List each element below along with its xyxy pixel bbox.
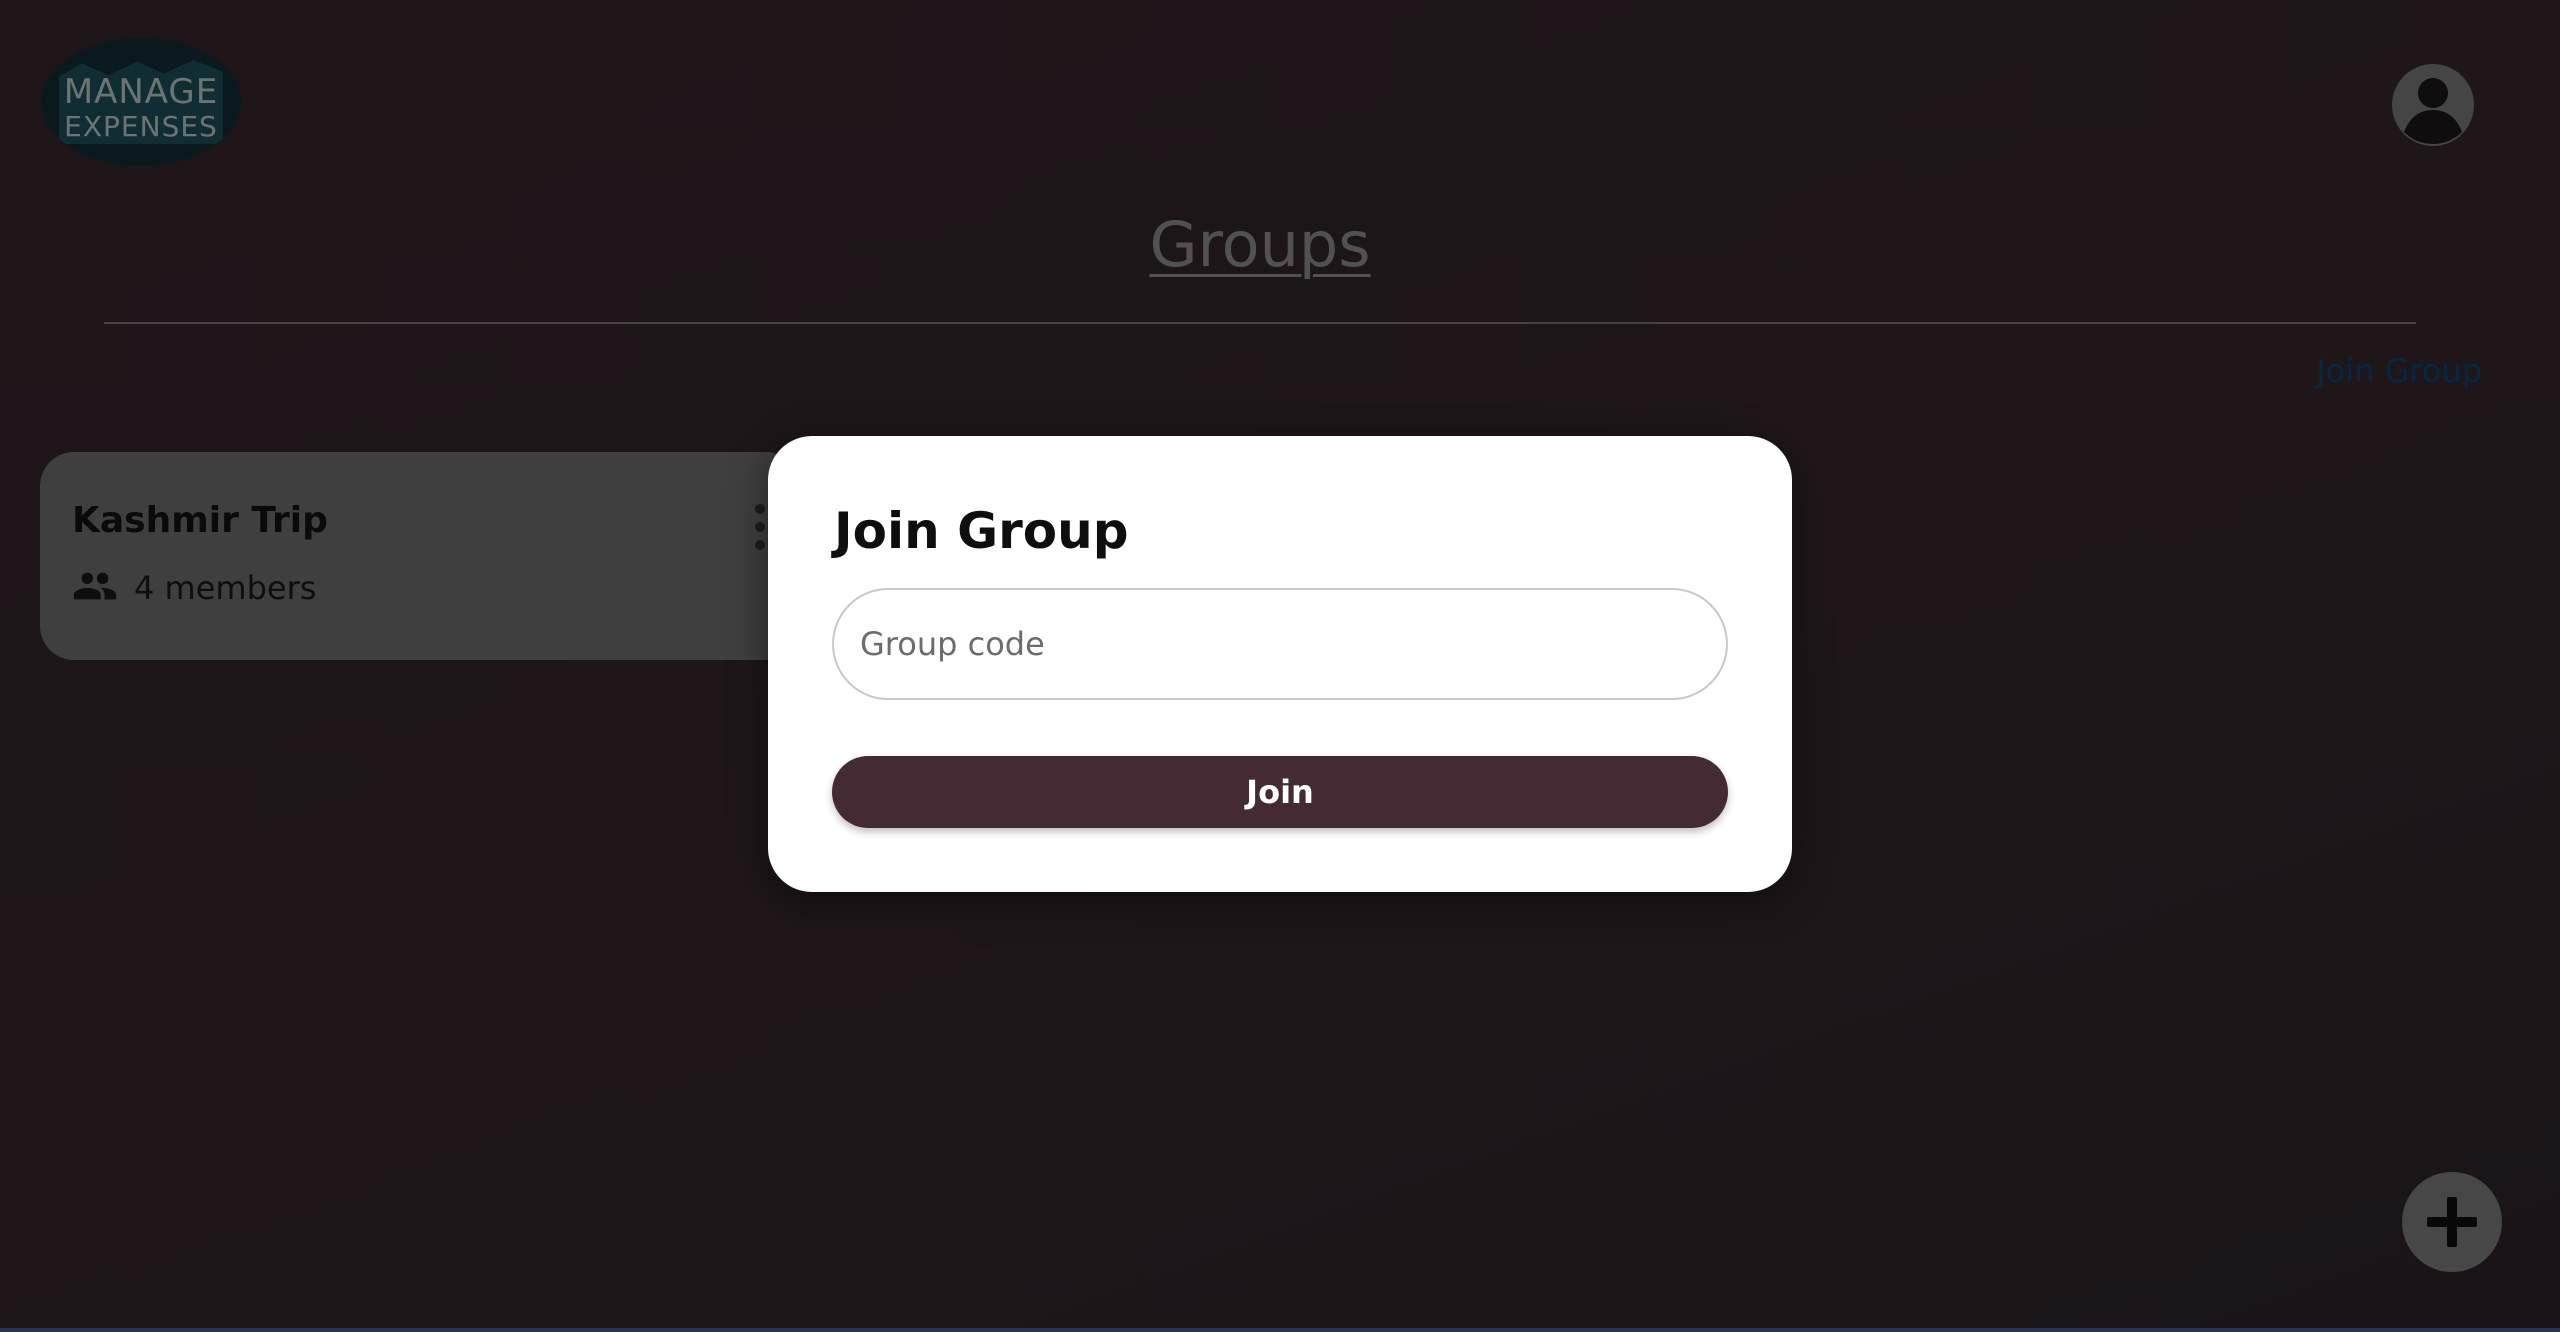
bottom-edge-strip bbox=[0, 1328, 2560, 1332]
join-group-dialog: Join Group Join bbox=[768, 436, 1792, 892]
join-button[interactable]: Join bbox=[832, 756, 1728, 828]
dialog-title: Join Group bbox=[834, 502, 1129, 560]
group-code-input[interactable] bbox=[832, 588, 1728, 700]
